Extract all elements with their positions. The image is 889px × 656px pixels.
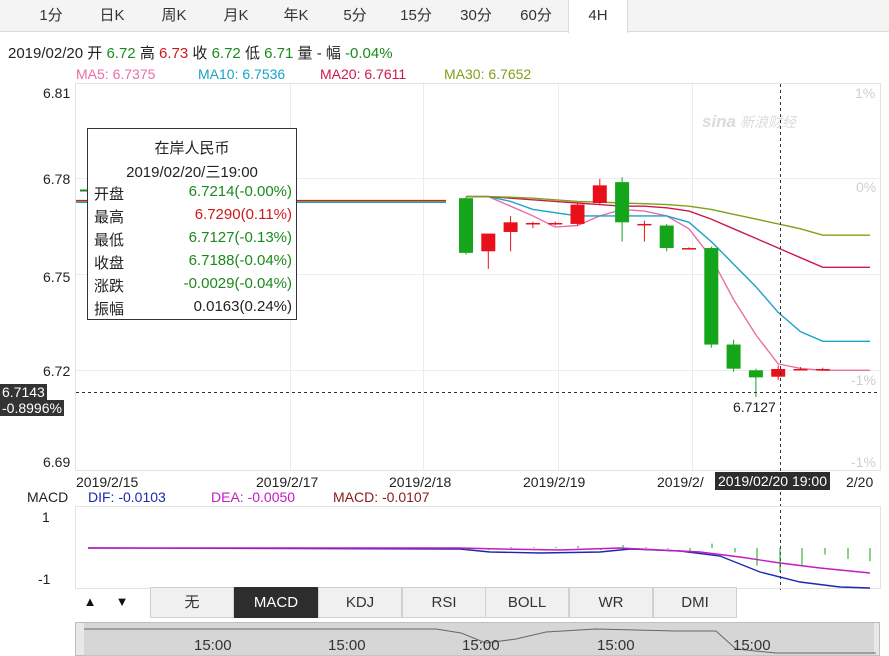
price-tick: 6.81 [43,85,70,101]
time-navigator[interactable]: 15:00 15:00 15:00 15:00 15:00 [75,622,880,656]
candle-body [748,370,763,378]
candle-body [659,225,674,249]
candle-body [503,222,518,232]
ma5-line [466,195,870,371]
indicator-boll-button[interactable]: BOLL [485,587,569,618]
navigator-tick: 15:00 [597,637,635,654]
tooltip-row-change: 涨跌 -0.0029(-0.04%) [94,275,292,297]
price-tick: 6.72 [43,363,70,379]
sina-finance-logo: sina 新浪财经 [702,112,798,131]
macd-axis-top: 1 [42,509,50,525]
scroll-down-icon[interactable]: ▼ [107,587,137,618]
macd-dif-line [87,547,871,589]
candle-body [771,368,786,377]
date-tick: 2019/2/18 [389,474,451,490]
ma-lines [466,195,870,371]
candle-body [592,185,607,204]
candle-body [481,233,496,252]
candle-body [726,344,741,369]
candle-body [459,198,473,253]
tooltip-value: 6.7188(-0.04%) [188,252,292,269]
ma10-line [466,195,870,342]
indicator-kdj-button[interactable]: KDJ [318,587,402,618]
candle-body [570,204,585,224]
tooltip-key: 最低 [94,232,125,249]
macd-value-label: MACD: -0.0107 [333,489,430,505]
tooltip-key: 涨跌 [94,278,125,295]
date-tick: 2/20 [846,474,873,490]
tooltip-key: 最高 [94,209,125,226]
candle-body [637,223,652,226]
price-tick: 6.69 [43,454,70,470]
tooltip-value: -0.0029(-0.04%) [183,275,292,292]
pct-tick: -1% [851,454,876,470]
navigator-tick: 15:00 [462,637,500,654]
tooltip-title: 在岸人民币 [154,140,230,157]
indicator-macd-button[interactable]: MACD [234,587,318,618]
tooltip-key: 开盘 [94,186,125,203]
tooltip-datetime: 2019/02/20/三19:00 [126,164,258,181]
indicator-wr-button[interactable]: WR [569,587,653,618]
candle-body [793,368,808,371]
indicator-dmi-button[interactable]: DMI [653,587,737,618]
kline-widget: 1分 日K 周K 月K 年K 5分 15分 30分 60分 4H 2019/02… [0,0,889,656]
watermark-text: 新浪财经 [740,115,798,131]
tooltip-row-high: 最高 6.7290(0.11%) [94,206,292,228]
tooltip-key: 收盘 [94,255,125,272]
tooltip-value: 6.7127(-0.13%) [188,229,292,246]
crosshair-time-box: 2019/02/20 19:00 [715,472,830,490]
candle-body [682,248,696,250]
candle-body [525,222,540,225]
kline-chart[interactable]: sina 新浪财经 6.81 6.78 6.75 6.72 6.69 1% 0%… [0,0,889,656]
date-tick: 2019/2/15 [76,474,138,490]
candle-body [815,368,830,371]
price-tick: 6.78 [43,171,70,187]
navigator-tick: 15:00 [328,637,366,654]
tooltip-value: 6.7290(0.11%) [194,206,292,223]
pct-tick: 1% [855,85,875,101]
tooltip-key: 振幅 [94,301,125,318]
macd-legend: MACD [27,489,68,505]
candle-body [615,182,630,223]
pct-tick: -1% [851,372,876,388]
macd-dea-label: DEA: -0.0050 [211,489,296,505]
crosshair-pct-box: -0.8996% [0,400,64,416]
tooltip-row-open: 开盘 6.7214(-0.00%) [94,183,292,205]
pct-tick: 0% [856,179,876,195]
crosshair-price-box: 6.7143 [0,384,47,400]
low-marker-label: 6.7127 [733,399,776,415]
macd-axis-bottom: -1 [38,571,51,587]
date-tick: 2019/2/19 [523,474,585,490]
tooltip-value: 6.7214(-0.00%) [188,183,292,200]
macd-series [87,543,871,589]
price-tick: 6.75 [43,269,70,285]
tooltip-row-amplitude: 振幅 0.0163(0.24%) [94,298,292,320]
macd-title: MACD [27,489,69,505]
indicator-bar: ▲ ▼ 无 MACD KDJ RSI BOLL WR DMI [75,587,740,618]
indicator-none-button[interactable]: 无 [150,587,234,618]
candle-body [704,248,719,345]
navigator-tick: 15:00 [733,637,771,654]
indicator-rsi-button[interactable]: RSI [402,587,486,618]
candle-body [548,222,563,225]
date-tick: 2019/2/17 [256,474,318,490]
tooltip-row-close: 收盘 6.7188(-0.04%) [94,252,292,274]
tooltip-value: 0.0163(0.24%) [193,298,292,315]
tooltip-row-low: 最低 6.7127(-0.13%) [94,229,292,251]
scroll-up-icon[interactable]: ▲ [75,587,105,618]
candles [459,177,830,397]
navigator-tick: 15:00 [194,637,232,654]
sina-logo-icon: sina [702,112,736,131]
date-tick: 2019/2/ [657,474,704,490]
macd-dif-label: DIF: -0.0103 [88,489,166,505]
ohlc-tooltip: 在岸人民币 2019/02/20/三19:00 开盘 6.7214(-0.00%)… [87,128,297,320]
